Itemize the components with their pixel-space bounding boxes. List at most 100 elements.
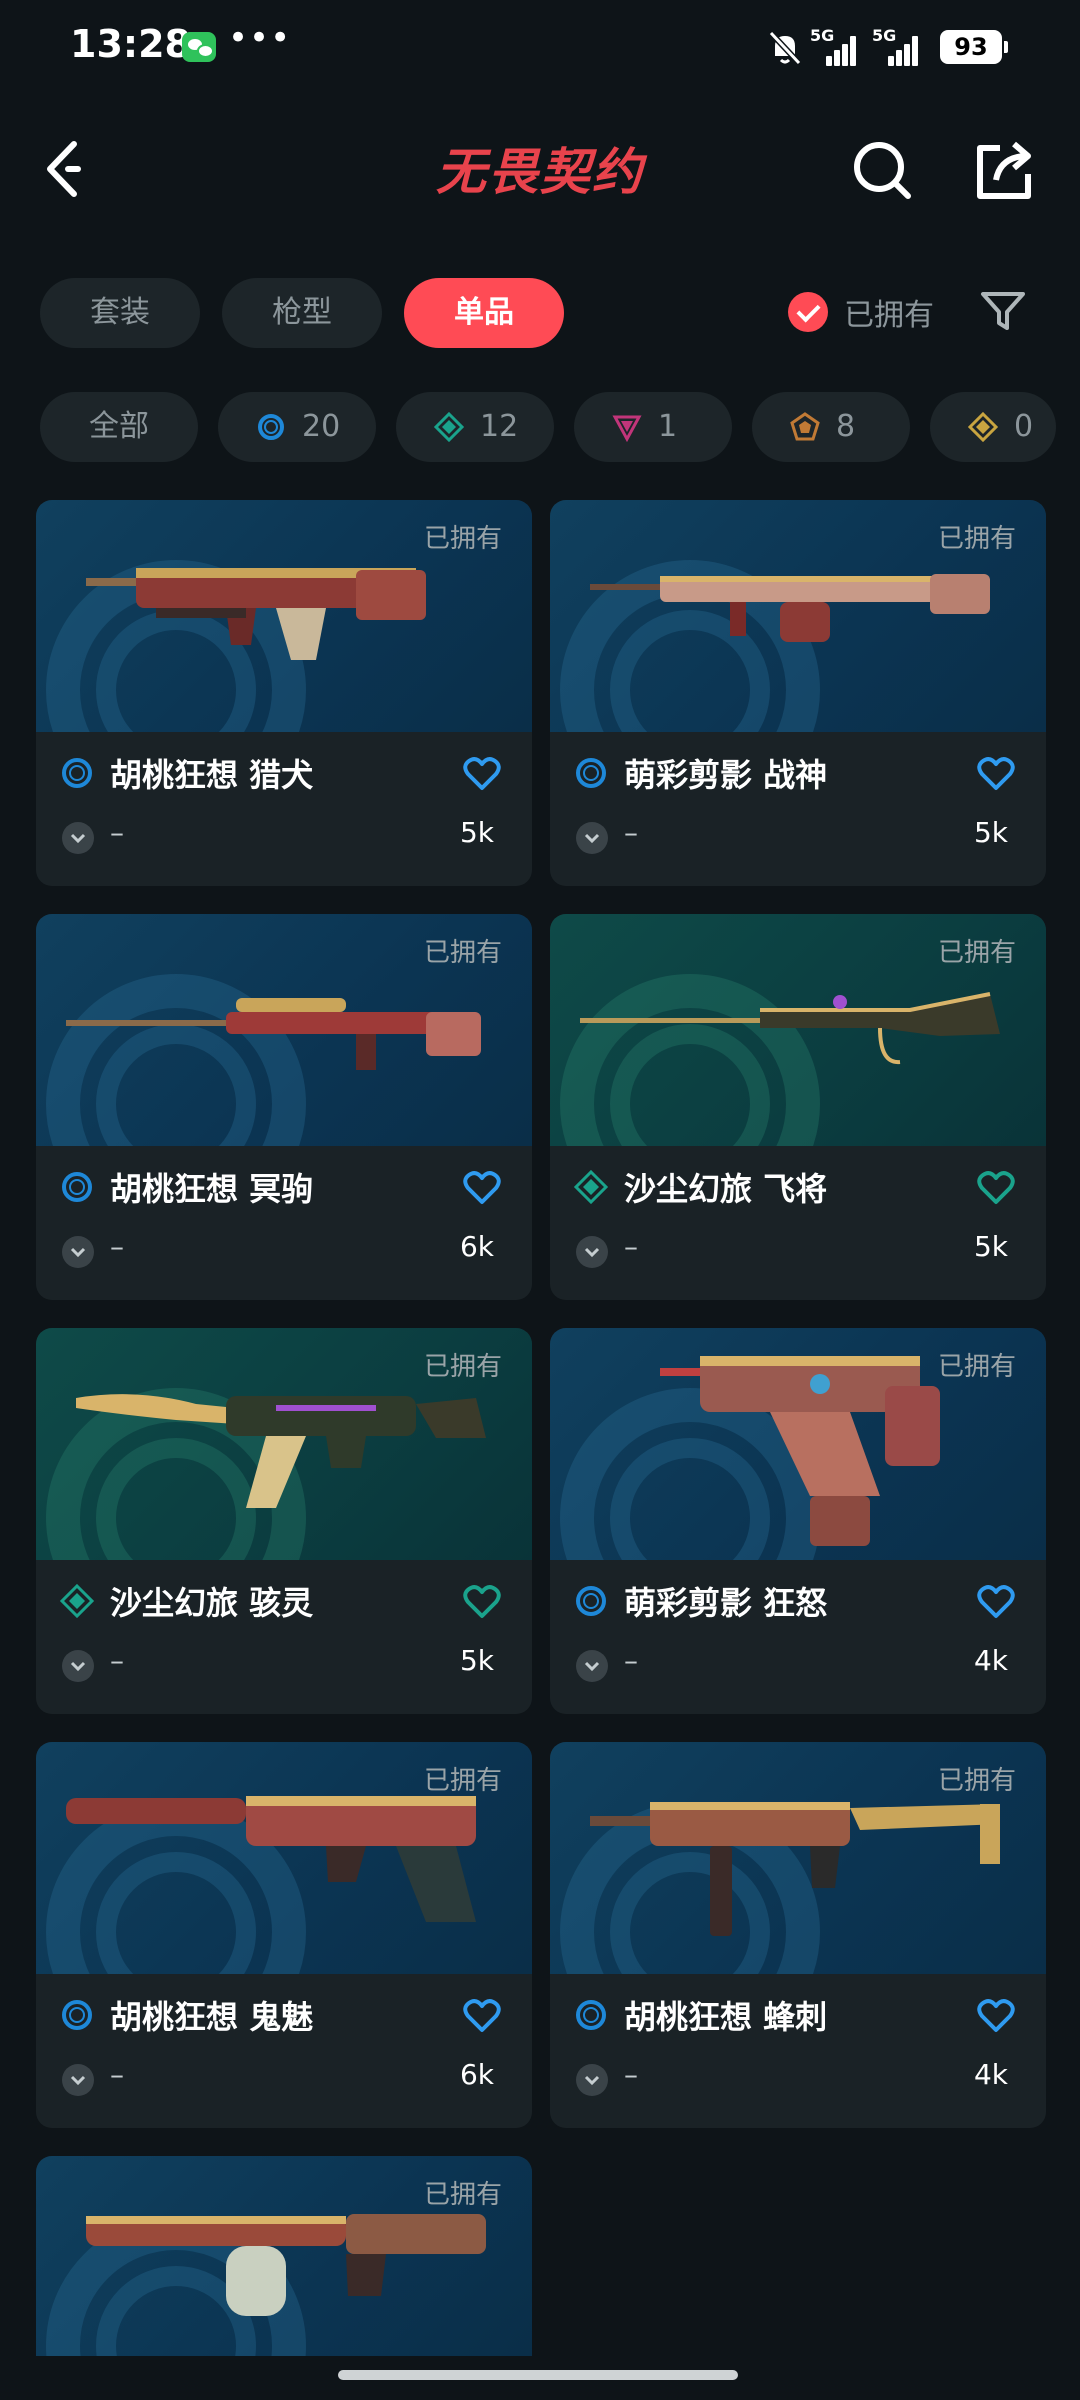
owned-tag: 已拥有 <box>937 524 1016 554</box>
heart-icon[interactable] <box>462 756 502 792</box>
item-name: 胡桃狂想 蜂刺 <box>624 1998 828 2036</box>
tier-count: 1 <box>658 409 678 444</box>
item-card[interactable]: 已拥有 萌彩剪影 狂怒 – 4k <box>550 1328 1046 1714</box>
item-name: 胡桃狂想 猎犬 <box>110 756 314 794</box>
wechat-notification-icon <box>182 32 216 62</box>
machine-gun-icon <box>590 574 990 642</box>
heart-icon[interactable] <box>976 756 1016 792</box>
owned-tag: 已拥有 <box>937 1766 1016 1796</box>
heart-icon[interactable] <box>976 1170 1016 1206</box>
item-level: – <box>624 1644 638 1677</box>
heart-icon[interactable] <box>976 1998 1016 2034</box>
heart-icon[interactable] <box>462 1998 502 2034</box>
item-name: 沙尘幻旅 飞将 <box>624 1170 828 1208</box>
like-count: 5k <box>459 816 494 849</box>
level-chevron-icon <box>62 2064 94 2096</box>
owned-tag: 已拥有 <box>937 938 1016 968</box>
bell-muted-icon <box>768 30 802 66</box>
orange-pentagon-tier-icon <box>790 412 820 441</box>
like-count: 4k <box>973 1644 1008 1677</box>
level-chevron-icon <box>576 822 608 854</box>
owned-tag: 已拥有 <box>423 1766 502 1796</box>
item-card[interactable]: 已拥有 胡桃狂想 鬼魅 – 6k <box>36 1742 532 2128</box>
item-card[interactable]: 已拥有 <box>36 2156 532 2356</box>
item-level: – <box>110 2058 124 2091</box>
home-indicator[interactable] <box>338 2370 738 2380</box>
item-level: – <box>624 1230 638 1263</box>
gold-diamond-tier-icon <box>968 412 998 442</box>
level-chevron-icon <box>576 1650 608 1682</box>
item-level: – <box>110 1230 124 1263</box>
battery-indicator: 93 <box>940 30 1008 64</box>
level-chevron-icon <box>62 822 94 854</box>
page-title: 无畏契约 <box>436 143 644 201</box>
green-diamond-tier-icon <box>60 1584 94 1618</box>
tab-gun-type[interactable]: 枪型 <box>222 278 382 348</box>
status-bar: 13:28 ••• 5G 5G 93 <box>0 0 1080 100</box>
smg-icon <box>590 1802 1000 1936</box>
item-card[interactable]: 已拥有 胡桃狂想 冥驹 – 6k <box>36 914 532 1300</box>
like-count: 5k <box>973 816 1008 849</box>
item-level: – <box>110 1644 124 1677</box>
purple-triangle-tier-icon <box>612 415 642 442</box>
smg-icon <box>76 1394 486 1508</box>
like-count: 6k <box>459 1230 494 1263</box>
heart-icon[interactable] <box>462 1584 502 1620</box>
tab-suit[interactable]: 套装 <box>40 278 200 348</box>
item-card[interactable]: 已拥有 胡桃狂想 猎犬 – 5k <box>36 500 532 886</box>
tab-single-item[interactable]: 单品 <box>404 278 564 348</box>
item-level: – <box>110 816 124 849</box>
sniper-rifle-icon <box>66 998 481 1070</box>
share-button[interactable] <box>970 136 1040 206</box>
blue-ring-tier-icon <box>62 2000 92 2030</box>
item-level: – <box>624 2058 638 2091</box>
filter-icon[interactable] <box>978 288 1028 334</box>
like-count: 5k <box>459 1644 494 1677</box>
tier-count: 12 <box>480 409 519 444</box>
item-card[interactable]: 已拥有 沙尘幻旅 飞将 – 5k <box>550 914 1046 1300</box>
tier-filter-green[interactable]: 12 <box>396 392 554 462</box>
blue-ring-tier-icon <box>576 2000 606 2030</box>
item-card[interactable]: 已拥有 萌彩剪影 战神 – 5k <box>550 500 1046 886</box>
heart-icon[interactable] <box>462 1170 502 1206</box>
status-time: 13:28 <box>70 22 191 66</box>
owned-tag: 已拥有 <box>937 1352 1016 1382</box>
rifle-icon <box>86 568 426 660</box>
more-notifications-icon: ••• <box>228 18 292 58</box>
tier-filter-orange[interactable]: 8 <box>752 392 910 462</box>
level-chevron-icon <box>62 1236 94 1268</box>
signal-strength-icon: 5G <box>872 26 918 66</box>
item-card[interactable]: 已拥有 沙尘幻旅 骇灵 – 5k <box>36 1328 532 1714</box>
blue-ring-tier-icon <box>258 414 284 440</box>
tier-filter-blue[interactable]: 20 <box>218 392 376 462</box>
owned-tag: 已拥有 <box>423 1352 502 1382</box>
owned-tag: 已拥有 <box>423 524 502 554</box>
like-count: 5k <box>973 1230 1008 1263</box>
owned-tag: 已拥有 <box>423 2180 502 2210</box>
tier-filter-purple[interactable]: 1 <box>574 392 732 462</box>
like-count: 4k <box>973 2058 1008 2091</box>
item-level: – <box>624 816 638 849</box>
sniper-rifle-icon <box>580 992 1000 1065</box>
tier-count: 20 <box>302 409 341 444</box>
tier-filter-all[interactable]: 全部 <box>40 392 198 462</box>
app-header: 无畏契约 <box>0 110 1080 230</box>
item-name: 沙尘幻旅 骇灵 <box>110 1584 314 1622</box>
green-diamond-tier-icon <box>574 1170 608 1204</box>
item-name: 萌彩剪影 狂怒 <box>624 1584 828 1622</box>
owned-filter-label[interactable]: 已拥有 <box>844 290 934 334</box>
item-name: 胡桃狂想 冥驹 <box>110 1170 314 1208</box>
owned-tag: 已拥有 <box>423 938 502 968</box>
level-chevron-icon <box>576 2064 608 2096</box>
level-chevron-icon <box>62 1650 94 1682</box>
item-name: 胡桃狂想 鬼魅 <box>110 1998 314 2036</box>
like-count: 6k <box>459 2058 494 2091</box>
machine-pistol-icon <box>660 1356 940 1546</box>
blue-ring-tier-icon <box>62 758 92 788</box>
item-card[interactable]: 已拥有 胡桃狂想 蜂刺 – 4k <box>550 1742 1046 2128</box>
heart-icon[interactable] <box>976 1584 1016 1620</box>
blue-ring-tier-icon <box>576 758 606 788</box>
search-button[interactable] <box>848 136 918 206</box>
tier-filter-gold[interactable]: 0 <box>930 392 1056 462</box>
owned-checkbox[interactable] <box>788 292 828 332</box>
